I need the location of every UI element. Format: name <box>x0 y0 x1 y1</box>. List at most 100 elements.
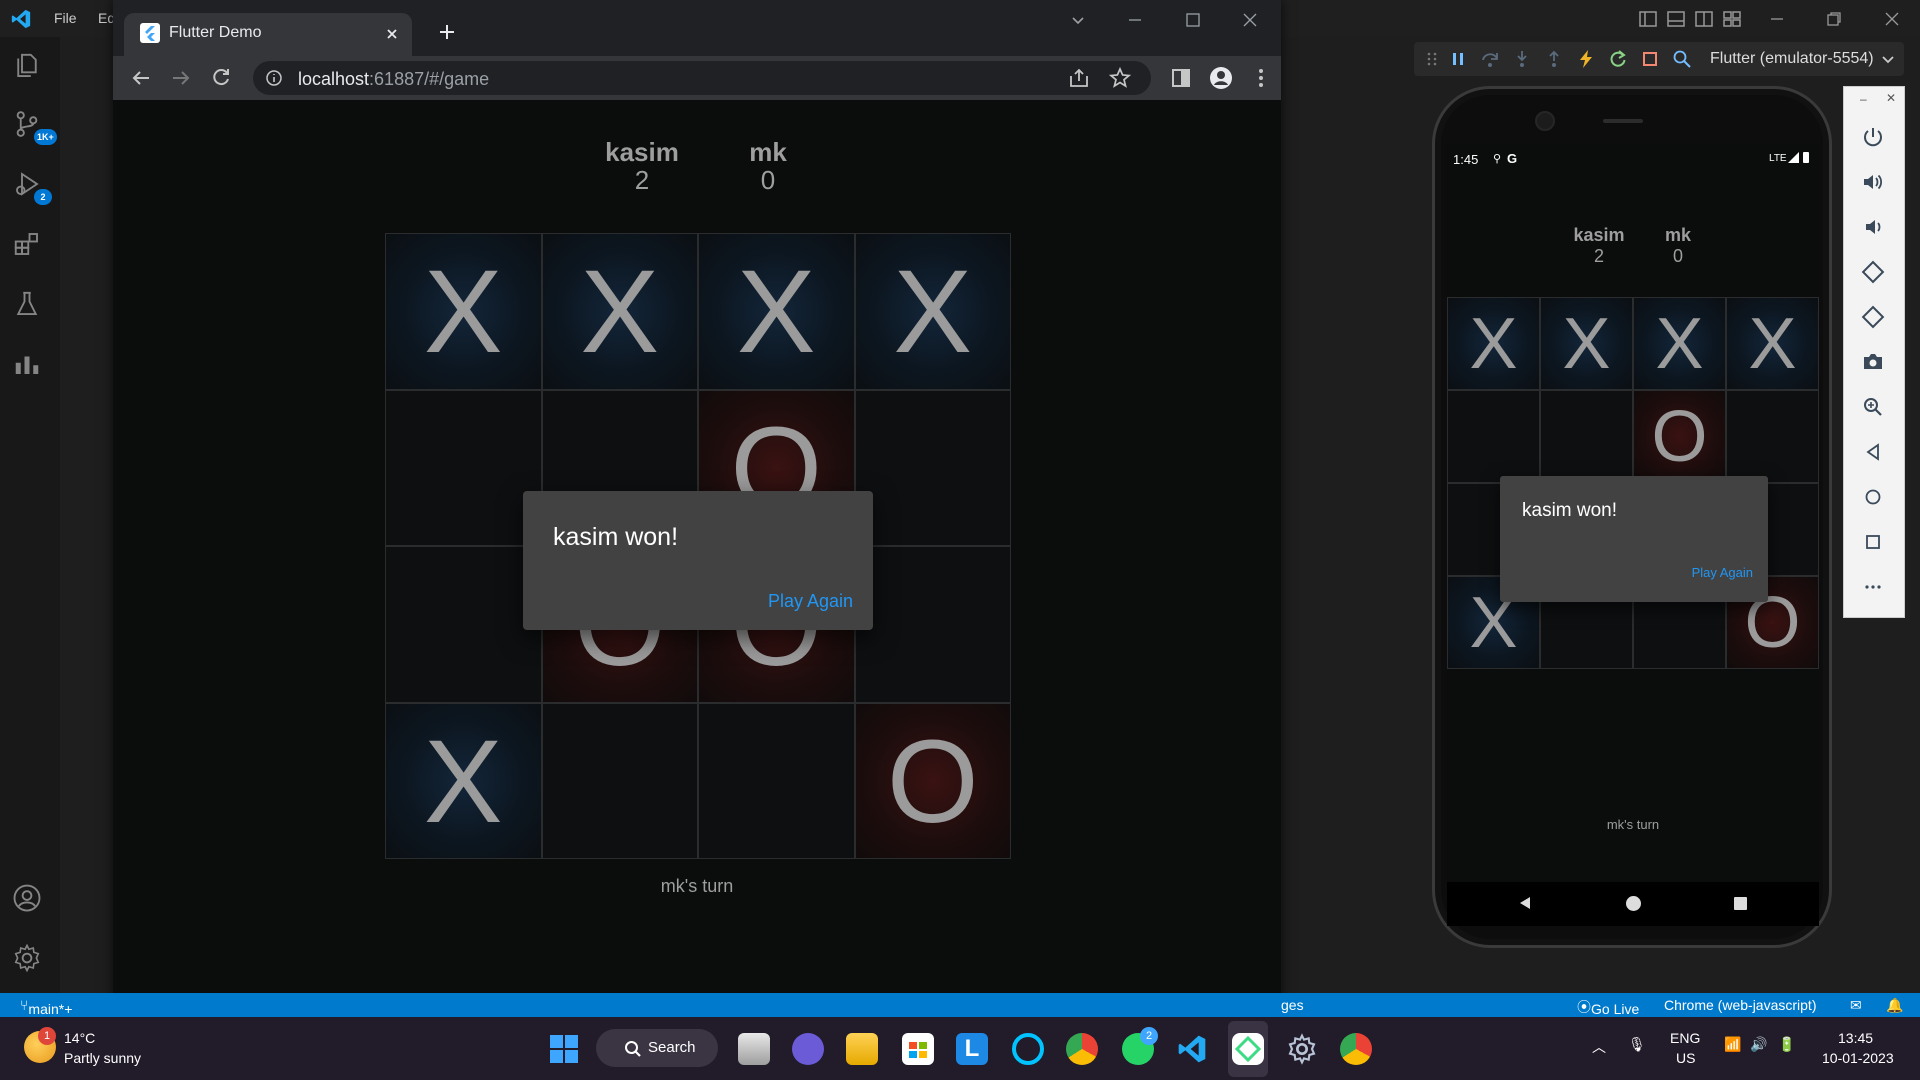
bookmark-star-icon[interactable] <box>1108 66 1132 90</box>
tab-search-icon[interactable] <box>1068 10 1088 30</box>
zoom-icon[interactable] <box>1861 395 1887 421</box>
phone-board-cell-1-1[interactable] <box>1540 390 1633 483</box>
back-icon[interactable] <box>1861 440 1887 466</box>
restore-icon[interactable] <box>1824 9 1844 29</box>
rotate-right-icon[interactable] <box>1861 305 1887 331</box>
window-close-icon[interactable] <box>1240 10 1260 30</box>
back-arrow-icon[interactable] <box>129 66 153 90</box>
toggle-secondary-sidebar-icon[interactable] <box>1694 9 1714 29</box>
settings-taskbar-icon[interactable] <box>1286 1033 1318 1065</box>
phone-board-cell-0-1[interactable]: X <box>1540 297 1633 390</box>
board-cell-0-2[interactable]: X <box>698 233 855 390</box>
vscode-taskbar-icon[interactable] <box>1176 1033 1208 1065</box>
step-out-icon[interactable] <box>1544 49 1564 69</box>
board-cell-0-1[interactable]: X <box>541 233 698 390</box>
statusbar-partial-item[interactable]: ges <box>1281 997 1304 1013</box>
window-maximize-icon[interactable] <box>1183 10 1203 30</box>
camera-icon[interactable] <box>1861 350 1887 376</box>
task-view-icon[interactable] <box>738 1033 770 1065</box>
customize-layout-icon[interactable] <box>1722 9 1742 29</box>
phone-board-cell-1-0[interactable] <box>1447 390 1540 483</box>
chrome-taskbar-icon[interactable] <box>1340 1033 1372 1065</box>
feedback-icon[interactable]: ✉ <box>1850 997 1862 1014</box>
board-cell-3-0[interactable]: X <box>385 702 542 859</box>
accounts-icon[interactable] <box>12 883 48 919</box>
toggle-panel-icon[interactable] <box>1666 9 1686 29</box>
forward-arrow-icon[interactable] <box>169 66 193 90</box>
weather-temp[interactable]: 14°C <box>64 1030 95 1046</box>
emulator-screen[interactable]: 1:45 ⚲ G LTE kasim 2 mk 0 XXXXOXO kasim … <box>1447 144 1819 926</box>
testing-icon[interactable] <box>12 289 48 325</box>
board-cell-2-3[interactable] <box>854 546 1011 703</box>
phone-board-cell-0-3[interactable]: X <box>1726 297 1819 390</box>
step-over-icon[interactable] <box>1480 49 1500 69</box>
file-explorer-icon[interactable] <box>846 1033 878 1065</box>
board-cell-3-2[interactable] <box>698 702 855 859</box>
pause-icon[interactable] <box>1448 49 1468 69</box>
nav-back-icon[interactable] <box>1517 895 1533 911</box>
chevron-down-icon[interactable] <box>1878 49 1898 69</box>
new-tab-icon[interactable] <box>435 20 459 44</box>
volume-icon[interactable]: 🔊 <box>1750 1036 1767 1053</box>
battery-tray-icon[interactable]: 🔋 <box>1778 1036 1795 1053</box>
phone-play-again-button[interactable]: Play Again <box>1692 565 1753 580</box>
tab-close-icon[interactable] <box>382 24 402 44</box>
hot-restart-icon[interactable] <box>1608 49 1628 69</box>
board-cell-0-3[interactable]: X <box>854 233 1011 390</box>
hot-reload-icon[interactable] <box>1576 49 1596 69</box>
rotate-left-icon[interactable] <box>1861 260 1887 286</box>
browser-tab[interactable]: Flutter Demo <box>124 13 412 56</box>
stop-icon[interactable] <box>1640 49 1660 69</box>
debug-session-select[interactable]: Flutter (emulator-5554) <box>1710 50 1874 68</box>
flutter-devtools-icon[interactable] <box>12 349 48 385</box>
source-control-icon[interactable]: 1K+ <box>12 109 57 145</box>
microphone-icon[interactable]: 🎙 <box>1628 1036 1646 1053</box>
window-minimize-icon[interactable] <box>1125 10 1145 30</box>
clock-time[interactable]: 13:45 <box>1838 1030 1873 1046</box>
alexa-icon[interactable] <box>1012 1033 1044 1065</box>
windows-start-icon[interactable] <box>548 1033 580 1065</box>
taskbar-search[interactable]: Search <box>596 1029 718 1067</box>
nav-home-icon[interactable] <box>1626 896 1641 911</box>
more-icon[interactable] <box>1861 575 1887 601</box>
region-label[interactable]: US <box>1676 1050 1695 1066</box>
board-cell-3-3[interactable]: O <box>854 702 1011 859</box>
board-cell-1-3[interactable] <box>854 389 1011 546</box>
weather-desc[interactable]: Partly sunny <box>64 1050 141 1066</box>
notifications-bell-icon[interactable]: 🔔 <box>1886 997 1903 1014</box>
phone-board-cell-1-3[interactable] <box>1726 390 1819 483</box>
nav-recents-icon[interactable] <box>1734 897 1747 910</box>
board-cell-2-0[interactable] <box>385 546 542 703</box>
android-studio-icon[interactable] <box>1232 1033 1264 1065</box>
emu-minimize-icon[interactable]: – <box>1860 92 1867 106</box>
chrome-menu-icon[interactable] <box>1249 66 1273 90</box>
extensions-icon[interactable] <box>12 229 48 265</box>
side-panel-icon[interactable] <box>1169 66 1193 90</box>
clock-date[interactable]: 10-01-2023 <box>1822 1050 1894 1066</box>
board-cell-0-0[interactable]: X <box>385 233 542 390</box>
explorer-icon[interactable] <box>12 51 48 87</box>
address-bar[interactable]: localhost:61887/#/game <box>253 61 1151 95</box>
volume-down-icon[interactable] <box>1861 215 1887 241</box>
language-label[interactable]: ENG <box>1670 1030 1700 1046</box>
close-icon[interactable] <box>1882 9 1902 29</box>
minimize-icon[interactable] <box>1767 9 1787 29</box>
profile-icon[interactable] <box>1209 66 1233 90</box>
run-debug-icon[interactable]: 2 <box>12 169 52 205</box>
emu-close-icon[interactable]: ✕ <box>1886 91 1896 105</box>
home-icon[interactable] <box>1861 485 1887 511</box>
board-cell-1-0[interactable] <box>385 389 542 546</box>
drag-handle-icon[interactable] <box>1422 49 1442 69</box>
teams-chat-icon[interactable] <box>792 1033 824 1065</box>
phone-board-cell-1-2[interactable]: O <box>1633 390 1726 483</box>
debug-config-item[interactable]: Chrome (web-javascript) <box>1664 997 1816 1013</box>
phone-board-cell-0-2[interactable]: X <box>1633 297 1726 390</box>
power-icon[interactable] <box>1861 125 1887 151</box>
site-info-icon[interactable] <box>265 69 283 87</box>
l-app-icon[interactable]: L <box>956 1033 988 1065</box>
chrome-profile-icon[interactable] <box>1066 1033 1098 1065</box>
volume-up-icon[interactable] <box>1861 170 1887 196</box>
menu-file[interactable]: File <box>54 10 77 26</box>
toggle-sidebar-icon[interactable] <box>1638 9 1658 29</box>
overview-icon[interactable] <box>1861 530 1887 556</box>
